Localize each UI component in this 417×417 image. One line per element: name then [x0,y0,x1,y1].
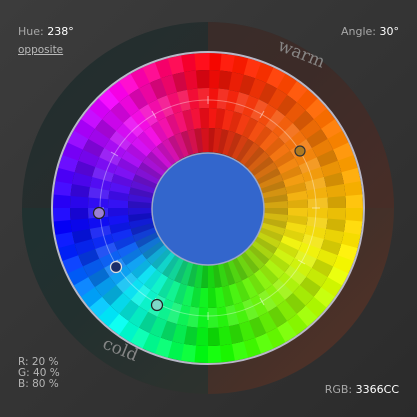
secondary-hue-marker[interactable] [109,260,123,274]
rgb-hex-readout: RGB: 3366CC [325,383,399,396]
rgb-percent-readout: R: 20 % G: 40 % B: 80 % [18,357,60,390]
scheme-mode-link[interactable]: opposite [18,44,63,56]
hue-segment[interactable] [327,195,346,210]
angle-label: Angle: [340,25,376,38]
hue-segment[interactable] [195,70,210,89]
rgb-label: RGB: [324,383,353,396]
blue-percent: B: 80 % [18,378,59,390]
primary-hue-marker[interactable] [92,206,106,220]
hue-segment[interactable] [206,307,219,328]
hue-segment[interactable] [70,206,89,221]
angle-value: 30° [379,25,400,38]
color-wheel-svg: warm cold [22,22,394,394]
hue-segment[interactable] [197,88,210,109]
hue-segment[interactable] [194,53,210,71]
warm-complement-marker[interactable] [294,145,306,157]
hue-segment[interactable] [206,327,221,346]
hue-readout: Hue: 238° [18,25,74,38]
hue-segment[interactable] [53,206,71,222]
hue-label: Hue: [18,25,44,38]
hue-value: 238° [47,25,74,38]
selected-color-swatch [151,152,265,266]
hue-segment[interactable] [206,345,222,364]
rgb-hex-value: 3366CC [355,383,399,396]
angle-readout: Angle: 30° [341,25,399,38]
hue-segment[interactable] [345,194,364,210]
complement-marker[interactable] [150,298,164,312]
hue-segment[interactable] [307,197,328,210]
